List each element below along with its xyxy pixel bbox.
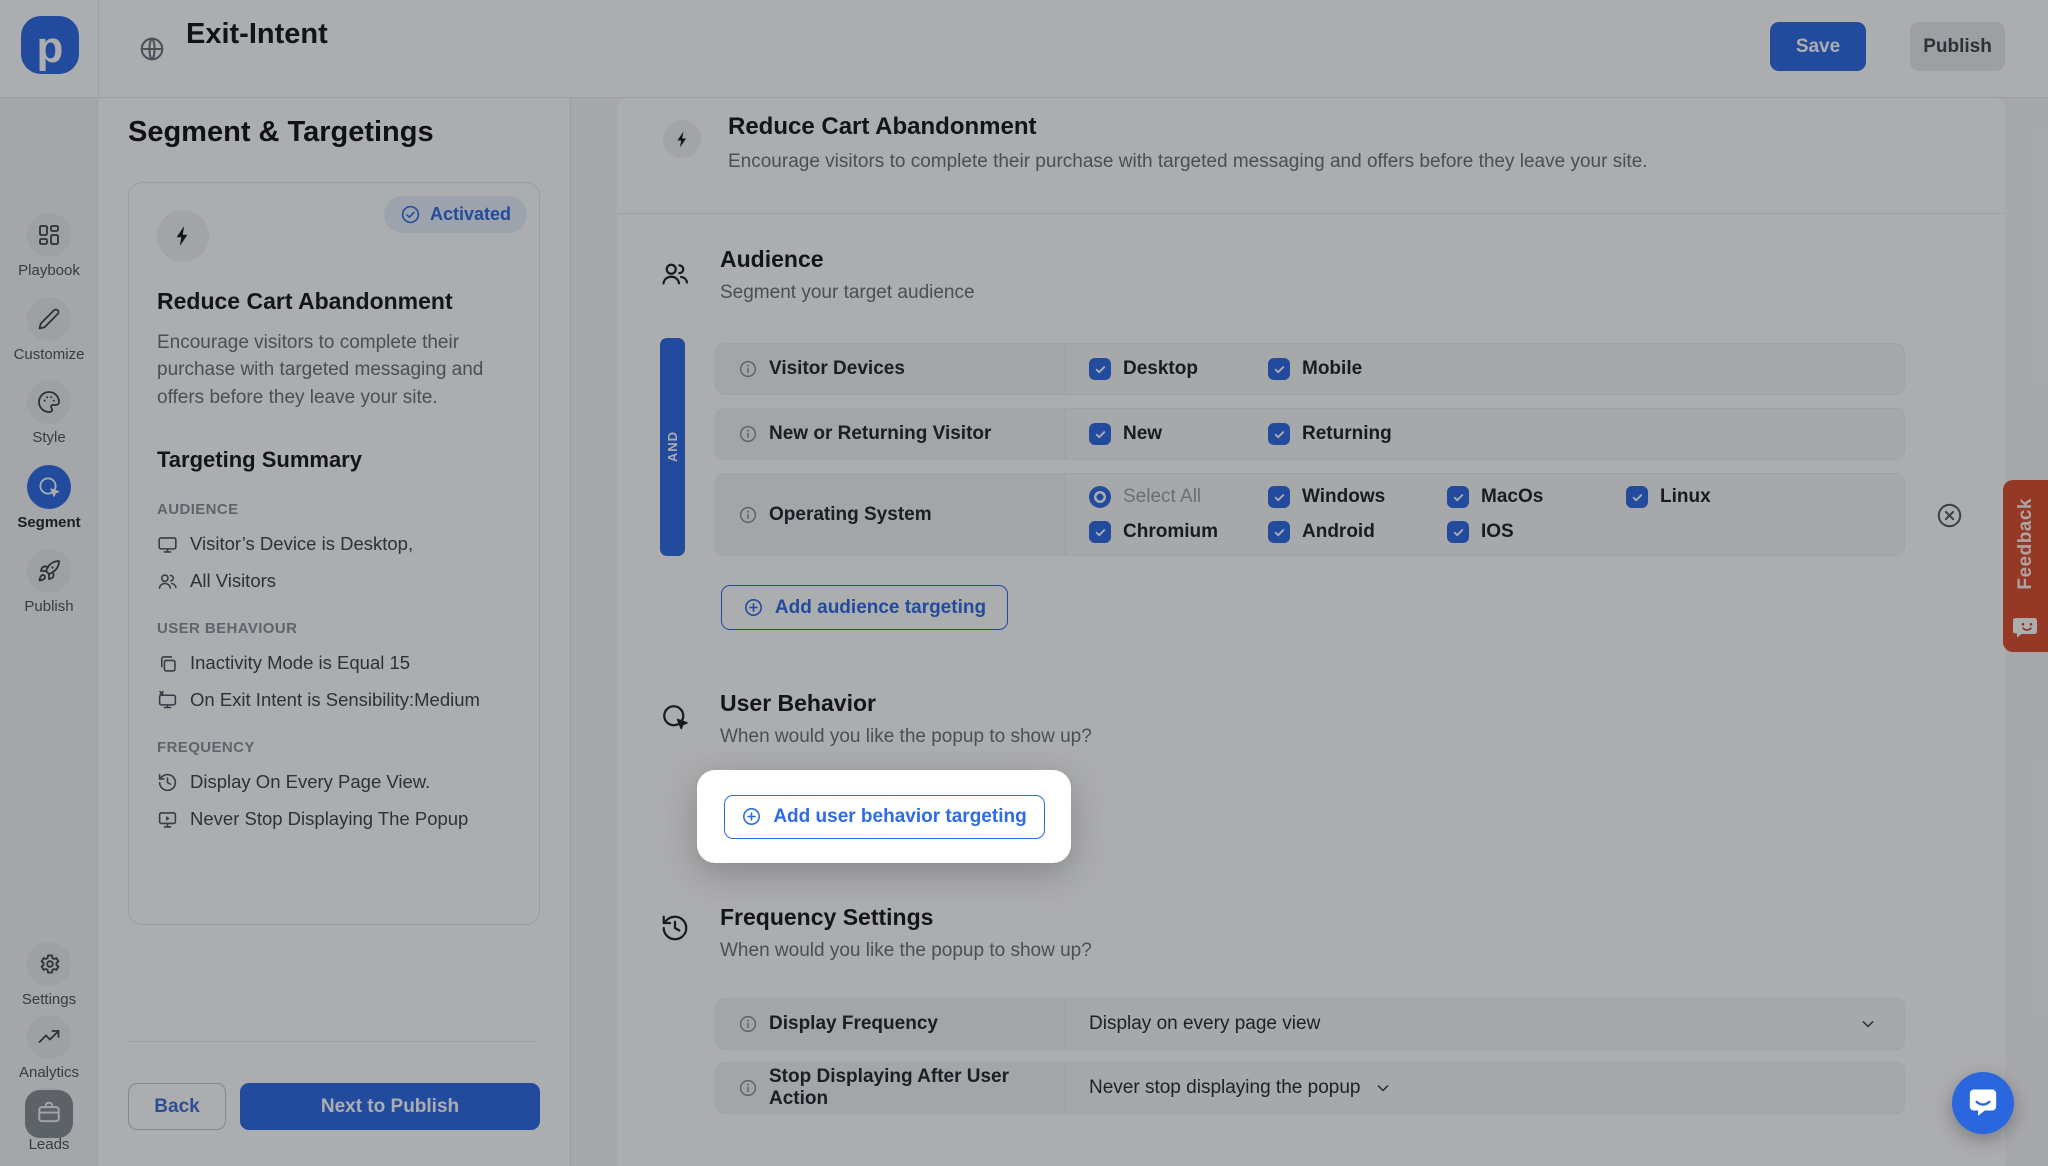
add-user-behavior-targeting-button[interactable]: Add user behavior targeting — [723, 794, 1045, 839]
chat-launcher[interactable] — [1952, 1072, 2014, 1134]
add-user-behavior-targeting-label: Add user behavior targeting — [773, 805, 1027, 827]
dim-overlay — [0, 0, 2048, 1166]
tour-spotlight: Add user behavior targeting — [697, 770, 1071, 863]
app-root: p Exit-Intent Save Publish Playbook Cust… — [0, 0, 2048, 1166]
plus-circle-icon — [741, 806, 762, 827]
chat-bubble-icon — [1966, 1086, 2000, 1120]
